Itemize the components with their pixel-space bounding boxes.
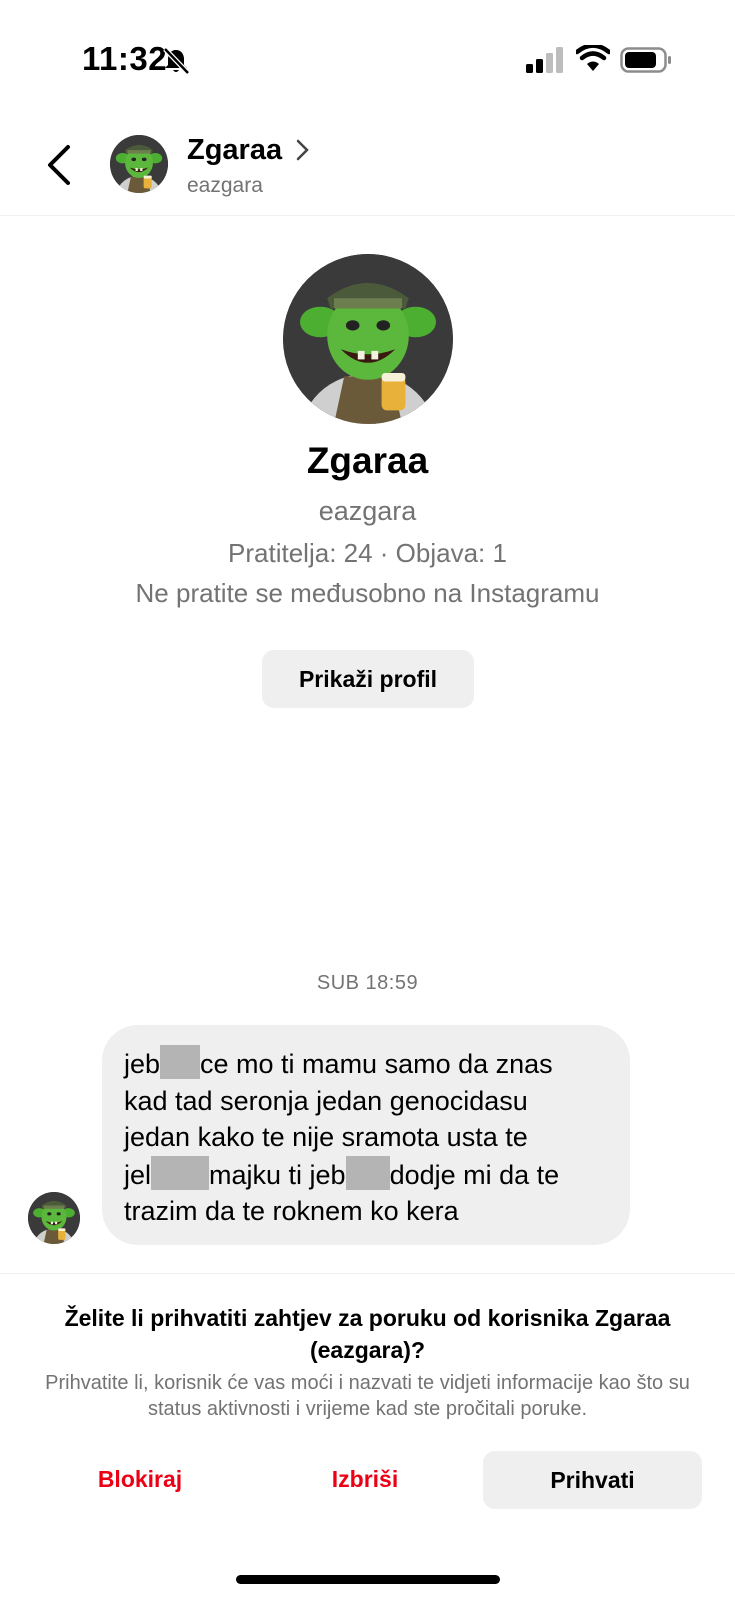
back-arrow-icon[interactable] [40, 140, 80, 190]
profile-avatar[interactable] [283, 254, 453, 424]
message-line: jel majku ti jeb dodje mi da te [124, 1155, 608, 1194]
status-time: 11:32 [82, 40, 168, 77]
goblin-avatar-image [28, 1192, 80, 1244]
message-text: ce mo ti mamu samo da znas [200, 1049, 553, 1079]
redaction-block [160, 1045, 201, 1079]
goblin-avatar-image [110, 135, 168, 193]
header-username: eazgara [187, 174, 263, 197]
accept-button[interactable]: Prihvati [483, 1451, 702, 1509]
status-bar: 11:32 [0, 0, 735, 120]
conversation-header: Zgaraa eazgara [0, 120, 735, 216]
block-button[interactable]: Blokiraj [60, 1450, 220, 1508]
message-text: jeb [124, 1049, 161, 1079]
message-line: jedan kako te nije sramota usta te [124, 1119, 608, 1156]
message-text: dodje mi da te [389, 1159, 560, 1190]
message-text: majku ti jeb [209, 1159, 346, 1190]
message-request-question: Želite li prihvatiti zahtjev za poruku o… [64, 1305, 671, 1363]
message-line: jeb ce mo ti mamu samo da znas [124, 1045, 608, 1083]
message-line: kad tad seronja jedan genocidasu [124, 1083, 608, 1120]
mutual-follow-note: Ne pratite se međusobno na Instagramu [135, 578, 600, 608]
cellular-signal-icon [526, 47, 563, 73]
message-bubble[interactable]: jeb ce mo ti mamu samo da znas kad tad se… [102, 1025, 630, 1245]
message-request-info: Prihvatite li, korisnik će vas moći i na… [45, 1372, 690, 1420]
redaction-block [345, 1155, 390, 1190]
wifi-icon [576, 45, 610, 71]
profile-username: eazgara [318, 496, 417, 526]
message-text: jedan kako te nije sramota usta te [124, 1122, 528, 1152]
goblin-avatar-image [283, 254, 453, 424]
message-text: jel [124, 1159, 152, 1190]
header-name[interactable]: Zgaraa [187, 134, 282, 167]
avatar[interactable] [110, 135, 168, 193]
message-text: trazim da te roknem ko kera [124, 1196, 459, 1226]
home-indicator[interactable] [236, 1575, 500, 1584]
battery-icon [620, 47, 671, 73]
profile-name: Zgaraa [306, 440, 429, 481]
bell-slash-icon [163, 47, 190, 75]
chevron-right-icon[interactable] [295, 138, 311, 162]
view-profile-button[interactable]: Prikaži profil [262, 650, 474, 708]
footer-divider [0, 1273, 735, 1274]
redaction-block [151, 1155, 210, 1190]
delete-button[interactable]: Izbriši [290, 1450, 440, 1508]
profile-stats: Pratitelja: 24 · Objava: 1 [228, 538, 507, 568]
message-text: kad tad seronja jedan genocidasu [124, 1085, 528, 1116]
message-timestamp: SUB 18:59 [316, 972, 419, 994]
message-line: trazim da te roknem ko kera [124, 1193, 608, 1230]
sender-avatar[interactable] [28, 1192, 80, 1244]
